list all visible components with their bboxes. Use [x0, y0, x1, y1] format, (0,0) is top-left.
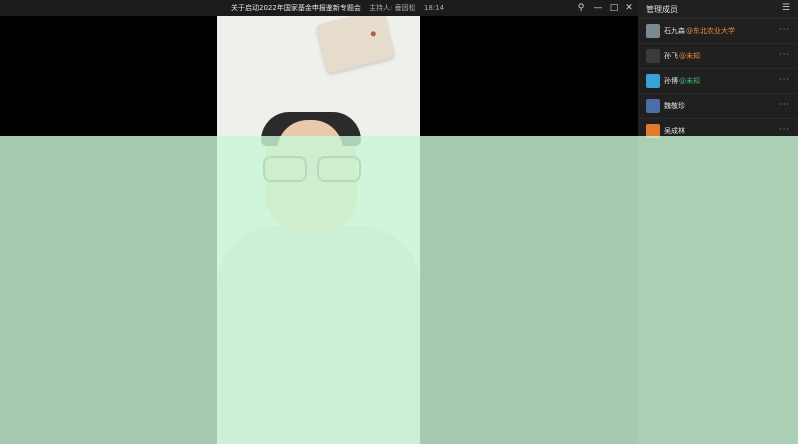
- member-org: @东北农业大学: [686, 27, 735, 35]
- menu-list-icon[interactable]: ☰: [782, 3, 790, 13]
- member-item[interactable]: 孙博@未知 ···: [638, 69, 798, 94]
- members-panel-title: 管理成员: [646, 5, 678, 14]
- member-org: @未知: [679, 52, 700, 60]
- more-options-icon[interactable]: ···: [779, 25, 790, 34]
- avatar: [646, 99, 660, 113]
- member-name: 孙博: [664, 77, 678, 85]
- avatar: [646, 49, 660, 63]
- minimize-button[interactable]: —: [591, 1, 605, 15]
- member-item[interactable]: 孙飞@未知 ···: [638, 44, 798, 69]
- meeting-host: 主持人: 垂固松: [369, 4, 416, 12]
- more-options-icon[interactable]: ···: [779, 50, 790, 59]
- pin-icon[interactable]: ⚲: [574, 1, 588, 15]
- member-name: 孙飞: [664, 52, 678, 60]
- more-options-icon[interactable]: ···: [779, 100, 790, 109]
- member-org: @未知: [679, 77, 700, 85]
- member-name: 吴成林: [664, 127, 685, 135]
- member-item[interactable]: 魏敬珍 ···: [638, 94, 798, 119]
- member-list: 石九森@东北农业大学 ··· 孙飞@未知 ··· 孙博@未知 ··· 魏敬珍 ·…: [638, 19, 798, 144]
- more-options-icon[interactable]: ···: [779, 75, 790, 84]
- rendering-overlay: [0, 136, 798, 444]
- meeting-title: 关于启动2022年国家基金申报鉴新专题会: [231, 4, 361, 12]
- more-options-icon[interactable]: ···: [779, 125, 790, 134]
- avatar: [646, 74, 660, 88]
- members-panel-header: 管理成员 ☰: [638, 0, 798, 19]
- background-pillow-image: [314, 16, 396, 74]
- meeting-time: 18:14: [423, 4, 445, 12]
- window-title-bar: 关于启动2022年国家基金申报鉴新专题会 主持人: 垂固松 18:14 ⚲ — …: [0, 0, 638, 16]
- member-item[interactable]: 石九森@东北农业大学 ···: [638, 19, 798, 44]
- member-name: 魏敬珍: [664, 102, 685, 110]
- avatar: [646, 24, 660, 38]
- close-button[interactable]: ✕: [622, 1, 636, 15]
- meeting-title-area: 关于启动2022年国家基金申报鉴新专题会 主持人: 垂固松 18:14: [231, 3, 444, 13]
- member-name: 石九森: [664, 27, 685, 35]
- maximize-button[interactable]: □: [607, 1, 621, 15]
